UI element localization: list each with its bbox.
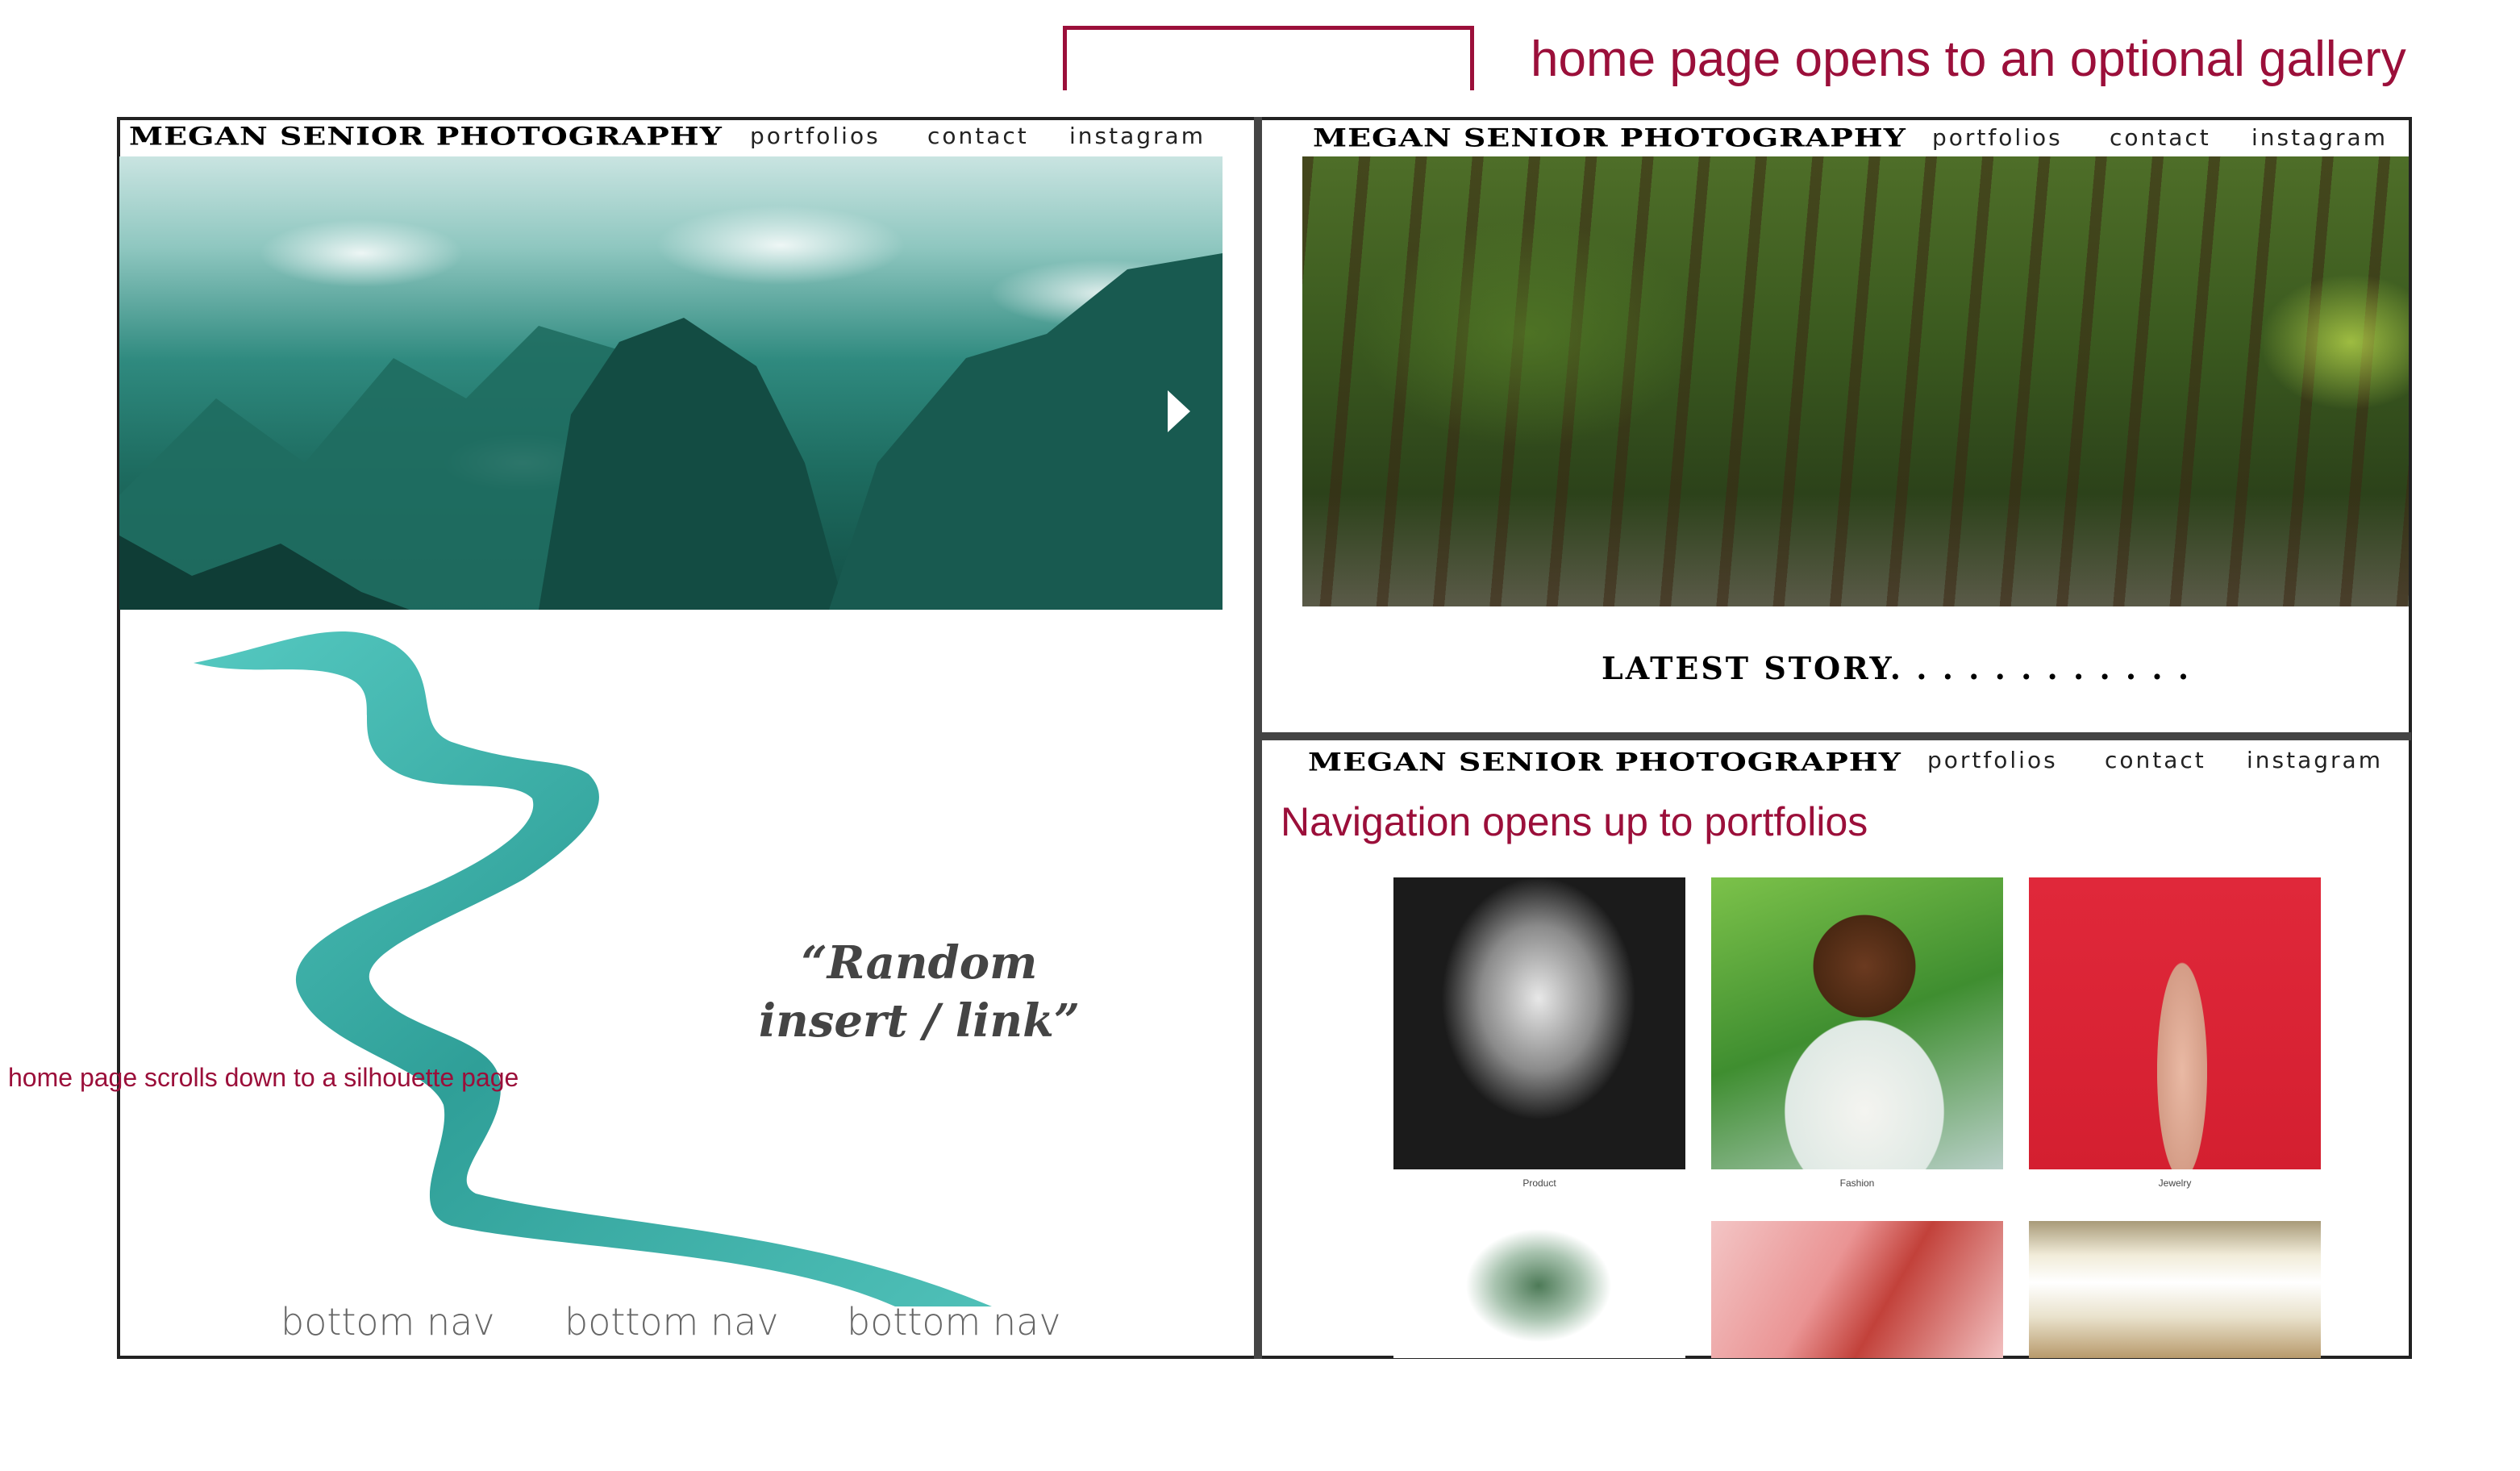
gallery-next-arrow-icon[interactable]: [1168, 390, 1190, 432]
home-nav-contact[interactable]: contact: [927, 123, 1029, 149]
vertical-divider: [1254, 117, 1262, 1359]
portfolio-brand-logo[interactable]: MEGAN SENIOR PHOTOGRAPHY: [1308, 747, 1901, 777]
portfolio-nav-portfolios[interactable]: portfolios: [1927, 747, 2058, 773]
home-nav-instagram[interactable]: instagram: [1069, 123, 1206, 149]
hero-mountain-photo: [119, 156, 1223, 610]
bottom-nav-link-1[interactable]: bottom nav: [281, 1300, 495, 1344]
annotation-gallery-note: home page opens to an optional gallery: [1531, 31, 2406, 87]
portfolio-thumb-row2-2[interactable]: [1711, 1221, 2003, 1358]
gallery-jungle-photo: [1302, 156, 2409, 606]
gallery-brand-logo[interactable]: MEGAN SENIOR PHOTOGRAPHY: [1313, 123, 1906, 152]
random-insert-link[interactable]: “Random insert / link”: [742, 934, 1097, 1050]
portfolio-label-product[interactable]: Product: [1393, 1177, 1685, 1189]
portfolio-thumb-row2-3[interactable]: [2029, 1221, 2321, 1358]
horizontal-divider: [1262, 732, 2411, 740]
portfolio-thumb-fashion[interactable]: [1711, 877, 2003, 1169]
gallery-nav-instagram[interactable]: instagram: [2251, 124, 2388, 151]
annotation-scroll-note: home page scrolls down to a silhouette p…: [8, 1063, 519, 1092]
portfolio-nav-contact[interactable]: contact: [2105, 747, 2206, 773]
portfolio-nav-instagram[interactable]: instagram: [2247, 747, 2383, 773]
bottom-nav-link-3[interactable]: bottom nav: [847, 1300, 1061, 1344]
bottom-nav-link-2[interactable]: bottom nav: [564, 1300, 779, 1344]
home-brand-logo[interactable]: MEGAN SENIOR PHOTOGRAPHY: [129, 121, 723, 151]
annotation-bracket: [1063, 26, 1474, 90]
portfolio-thumb-product[interactable]: [1393, 877, 1685, 1169]
mountain-silhouettes: [119, 253, 1223, 610]
gallery-nav-portfolios[interactable]: portfolios: [1932, 124, 2063, 151]
annotation-navigation-note: Navigation opens up to portfolios: [1281, 799, 1868, 844]
home-nav-portfolios[interactable]: portfolios: [750, 123, 881, 149]
portfolio-label-fashion[interactable]: Fashion: [1711, 1177, 2003, 1189]
portfolio-thumb-jewelry[interactable]: [2029, 877, 2321, 1169]
gallery-nav-contact[interactable]: contact: [2110, 124, 2211, 151]
portfolio-label-jewelry[interactable]: Jewelry: [2029, 1177, 2321, 1189]
portfolio-thumb-row2-1[interactable]: [1393, 1221, 1685, 1358]
latest-story-link[interactable]: LATEST STORY. . . . . . . . . . . .: [1602, 650, 2191, 686]
